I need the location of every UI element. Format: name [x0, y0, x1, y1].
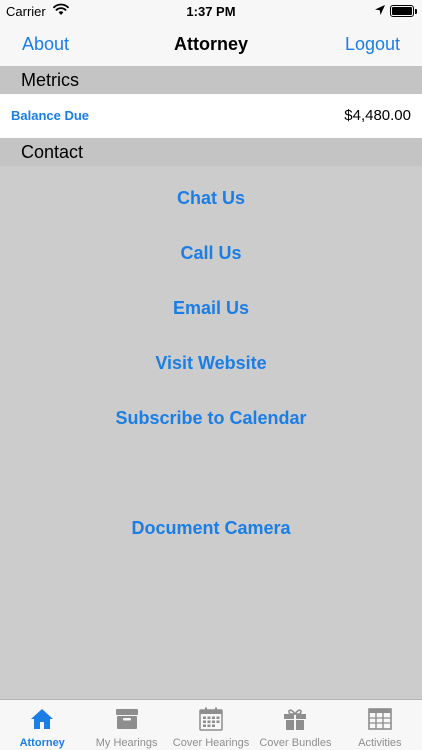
- tab-cover-bundles[interactable]: Cover Bundles: [253, 700, 337, 750]
- table-grid-icon: [367, 706, 393, 732]
- tab-label: Cover Hearings: [172, 737, 250, 749]
- archive-box-icon: [114, 706, 140, 732]
- location-arrow-icon: [374, 4, 386, 19]
- gift-icon: [282, 706, 308, 732]
- metric-row-balance: Balance Due $4,480.00: [0, 94, 422, 138]
- visit-website-button[interactable]: Visit Website: [0, 353, 422, 374]
- tab-label: Activities: [358, 737, 402, 749]
- email-us-button[interactable]: Email Us: [0, 298, 422, 319]
- battery-icon: [390, 5, 417, 17]
- tab-cover-hearings[interactable]: Cover Hearings: [169, 700, 253, 750]
- tab-my-hearings[interactable]: My Hearings: [84, 700, 168, 750]
- tab-label: My Hearings: [95, 737, 158, 749]
- section-header-contact: Contact: [0, 138, 422, 166]
- call-us-button[interactable]: Call Us: [0, 243, 422, 264]
- balance-due-label: Balance Due: [11, 108, 90, 123]
- balance-due-value: $4,480.00: [344, 107, 411, 124]
- contact-area: Chat Us Call Us Email Us Visit Website S…: [0, 166, 422, 699]
- status-time: 1:37 PM: [186, 4, 236, 19]
- tab-activities[interactable]: Activities: [338, 700, 422, 750]
- tab-bar: Attorney My Hearings Cover Hearings Cove…: [0, 699, 422, 750]
- logout-button[interactable]: Logout: [345, 34, 400, 55]
- calendar-icon: [198, 706, 224, 732]
- navigation-bar: About Attorney Logout: [0, 22, 422, 66]
- document-camera-button[interactable]: Document Camera: [0, 518, 422, 539]
- chat-us-button[interactable]: Chat Us: [0, 188, 422, 209]
- tab-label: Cover Bundles: [259, 737, 332, 749]
- subscribe-calendar-button[interactable]: Subscribe to Calendar: [0, 408, 422, 429]
- status-bar: Carrier 1:37 PM: [0, 0, 422, 22]
- section-header-metrics: Metrics: [0, 66, 422, 94]
- house-icon: [29, 706, 55, 732]
- tab-attorney[interactable]: Attorney: [0, 700, 84, 750]
- tab-label: Attorney: [19, 737, 65, 749]
